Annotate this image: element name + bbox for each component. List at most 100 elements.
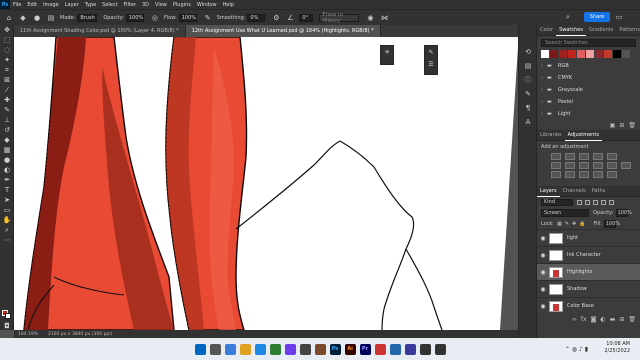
erase-to-history-checkbox[interactable]: Erase to History	[319, 12, 360, 24]
eyedropper-tool-icon[interactable]: ⁄	[0, 85, 14, 95]
more-tools-icon[interactable]: ⋯	[0, 235, 14, 245]
crop-tool-icon[interactable]: ⌗	[0, 65, 14, 75]
fx-icon[interactable]: fx	[581, 316, 587, 323]
paragraph-icon[interactable]: ¶	[519, 101, 537, 115]
swatch-group-pastel[interactable]: › ▬ Pastel	[537, 96, 640, 108]
type-filter-icon[interactable]	[593, 199, 598, 205]
quick-select-tool-icon[interactable]: ✦	[0, 55, 14, 65]
smoothing-settings-icon[interactable]: ⚙	[271, 13, 281, 23]
trash-icon[interactable]: 🗑	[628, 122, 636, 129]
eraser-tool-icon[interactable]: ◆	[18, 13, 28, 23]
gradient-tool-icon[interactable]: ▦	[0, 145, 14, 155]
swatch-group-rgb[interactable]: › ▬ RGB	[537, 60, 640, 72]
hue-saturation-icon[interactable]	[551, 162, 561, 169]
system-tray-icons[interactable]: ⌃ ◍ ♪ ▮	[565, 346, 588, 353]
menu-select[interactable]: Select	[99, 2, 120, 8]
layer-row[interactable]: ◉ Shadow	[537, 280, 640, 297]
new-layer-icon[interactable]: ⊞	[619, 316, 624, 323]
visibility-eye-icon[interactable]: ◉	[537, 252, 549, 259]
kind-filter-select[interactable]: Kind	[541, 198, 573, 206]
menu-filter[interactable]: Filter	[121, 2, 139, 8]
swatch[interactable]	[613, 50, 621, 58]
info-icon[interactable]: ⓘ	[519, 73, 537, 87]
tab-gradients[interactable]: Gradients	[586, 25, 616, 36]
swatch[interactable]	[541, 50, 549, 58]
swatch-group-cmyk[interactable]: › ▬ CMYK	[537, 72, 640, 84]
tab-patterns[interactable]: Patterns	[616, 25, 640, 36]
menu-image[interactable]: Image	[40, 2, 62, 8]
search-icon[interactable]: ⌕	[563, 12, 573, 22]
lock-position-icon[interactable]: ✥	[572, 221, 576, 227]
selective-color-icon[interactable]	[607, 171, 617, 178]
zoom-tool-icon[interactable]: ⌕	[0, 225, 14, 235]
tab-color[interactable]: Color	[537, 25, 556, 36]
gradient-map-icon[interactable]	[593, 171, 603, 178]
new-group-icon[interactable]: ▣	[610, 122, 616, 129]
pen-tool-icon[interactable]: ✒	[0, 175, 14, 185]
tab-libraries[interactable]: Libraries	[537, 130, 565, 141]
type-tool-icon[interactable]: T	[0, 185, 14, 195]
new-swatch-icon[interactable]: ⊞	[619, 122, 624, 129]
brush-settings-icon[interactable]: ▤	[46, 13, 56, 23]
menu-help[interactable]: Help	[220, 2, 237, 8]
visibility-eye-icon[interactable]: ◉	[537, 303, 549, 310]
color-balance-icon[interactable]	[565, 162, 575, 169]
lock-all-icon[interactable]: 🔒	[579, 221, 585, 227]
lasso-tool-icon[interactable]: ◌	[0, 45, 14, 55]
trash-icon[interactable]: 🗑	[628, 316, 636, 323]
photoshop-logo[interactable]: Ps	[0, 0, 10, 9]
sparkle-icon[interactable]: ✳	[384, 46, 389, 58]
flow-field[interactable]: 100%	[178, 13, 197, 22]
menu-view[interactable]: View	[152, 2, 170, 8]
frame-tool-icon[interactable]: ⊠	[0, 75, 14, 85]
link-icon[interactable]: ∞	[572, 316, 577, 323]
threshold-icon[interactable]	[579, 171, 589, 178]
zoom-level[interactable]: 184.19%	[18, 332, 38, 337]
swatch-group-grayscale[interactable]: › ▬ Grayscale	[537, 84, 640, 96]
tab-11th-assignment[interactable]: 11th Assignment Shading Color.psd @ 100%…	[14, 25, 186, 37]
history-icon[interactable]: ⟲	[519, 45, 537, 59]
excel-icon[interactable]	[269, 343, 281, 355]
search-swatches-input[interactable]: Search Swatches	[541, 39, 636, 47]
vibrance-icon[interactable]	[607, 153, 617, 160]
blend-mode-select[interactable]: Screen	[541, 208, 589, 217]
premiere-taskbar-icon[interactable]: Pr	[359, 343, 371, 355]
healing-tool-icon[interactable]: ✚	[0, 95, 14, 105]
brush-settings-icon[interactable]: ✎	[428, 46, 433, 58]
opacity-field[interactable]: 100%	[125, 13, 144, 22]
smart-object-filter-icon[interactable]	[609, 199, 614, 205]
tab-12th-assignment[interactable]: 12th Assignment Use What U Learned.psd @…	[185, 25, 381, 37]
eraser-tool-icon[interactable]: ◆	[0, 135, 14, 145]
invert-icon[interactable]	[551, 171, 561, 178]
symmetry-icon[interactable]: ⋈	[379, 13, 389, 23]
sliders-icon[interactable]: ☰	[428, 58, 433, 70]
brush-preset-icon[interactable]: ●	[32, 13, 42, 23]
task-view-icon[interactable]	[224, 343, 236, 355]
pressure-size-icon[interactable]: ◉	[365, 13, 375, 23]
character-icon[interactable]: A	[519, 115, 537, 129]
pressure-opacity-icon[interactable]: ◎	[150, 13, 160, 23]
document-canvas[interactable]	[14, 37, 518, 330]
tab-swatches[interactable]: Swatches	[556, 25, 586, 36]
curves-icon[interactable]	[579, 153, 589, 160]
levels-icon[interactable]	[565, 153, 575, 160]
blur-tool-icon[interactable]: ●	[0, 155, 14, 165]
home-icon[interactable]: ⌂	[4, 13, 14, 23]
visibility-eye-icon[interactable]: ◉	[537, 269, 549, 276]
menu-file[interactable]: File	[10, 2, 24, 8]
layer-opacity-field[interactable]: 100%	[615, 208, 632, 217]
group-icon[interactable]: ▬	[610, 316, 616, 323]
swatch[interactable]	[559, 50, 567, 58]
hand-tool-icon[interactable]: ✋	[0, 215, 14, 225]
file-explorer-icon[interactable]	[239, 343, 251, 355]
layer-row[interactable]: ◉ light	[537, 229, 640, 246]
menu-edit[interactable]: Edit	[24, 2, 40, 8]
menu-type[interactable]: Type	[82, 2, 99, 8]
mask-icon[interactable]: ◙	[591, 316, 597, 323]
app-icon[interactable]	[404, 343, 416, 355]
menu-plugins[interactable]: Plugins	[170, 2, 194, 8]
menu-layer[interactable]: Layer	[62, 2, 82, 8]
menu-3d[interactable]: 3D	[139, 2, 152, 8]
clock[interactable]: 10:08 AM 2/25/2022	[604, 341, 630, 355]
background-color-swatch[interactable]	[5, 313, 11, 319]
